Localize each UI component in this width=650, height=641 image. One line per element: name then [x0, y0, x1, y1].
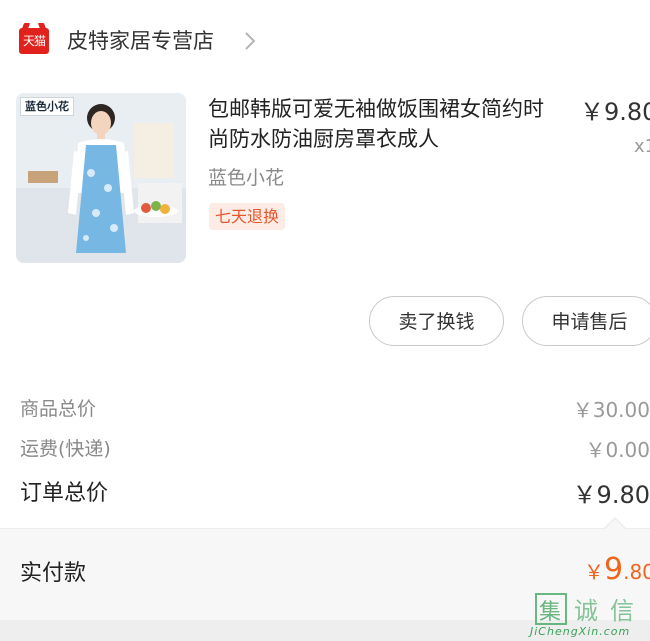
- sell-button[interactable]: 卖了换钱: [369, 296, 504, 346]
- goods-total-label: 商品总价: [20, 398, 97, 420]
- product-thumbnail[interactable]: 蓝色小花: [16, 93, 186, 263]
- product-title[interactable]: 包邮韩版可爱无袖做饭围裙女简约时尚防水防油厨房罩衣成人: [208, 94, 560, 154]
- after-sales-button[interactable]: 申请售后: [522, 296, 650, 346]
- wm-char-3: 信: [610, 597, 634, 625]
- tmall-logo-icon: 天猫: [19, 28, 49, 54]
- paid-currency: ￥: [584, 560, 604, 584]
- shipping-value: ￥0.00: [585, 438, 650, 462]
- shipping-label: 运费(快递): [20, 438, 111, 460]
- paid-amount-value: ￥9.80: [584, 552, 650, 587]
- order-total-label: 订单总价: [20, 481, 109, 506]
- unit-price: ￥9.80: [580, 98, 650, 126]
- chevron-right-icon[interactable]: [244, 31, 256, 51]
- store-header[interactable]: 天猫 皮特家居专营店: [0, 0, 650, 82]
- paid-integer: 9: [604, 552, 624, 587]
- wm-char-2: 诚: [574, 597, 598, 625]
- apron-product-image: [16, 93, 186, 263]
- order-total-value: ￥9.80: [572, 481, 650, 509]
- paid-decimal: .80: [623, 560, 650, 584]
- watermark-site: JiChengXin.com: [530, 625, 631, 638]
- panel-notch-fill: [605, 519, 625, 529]
- thumbnail-tag: 蓝色小花: [20, 97, 74, 116]
- store-name[interactable]: 皮特家居专营店: [67, 26, 214, 56]
- paid-amount-label: 实付款: [20, 561, 87, 586]
- wm-char-1: 集: [539, 600, 561, 625]
- product-sku: 蓝色小花: [208, 167, 285, 189]
- seven-day-return-badge: 七天退换: [209, 203, 286, 230]
- quantity: x1: [634, 136, 650, 157]
- goods-total-value: ￥30.00: [572, 398, 650, 422]
